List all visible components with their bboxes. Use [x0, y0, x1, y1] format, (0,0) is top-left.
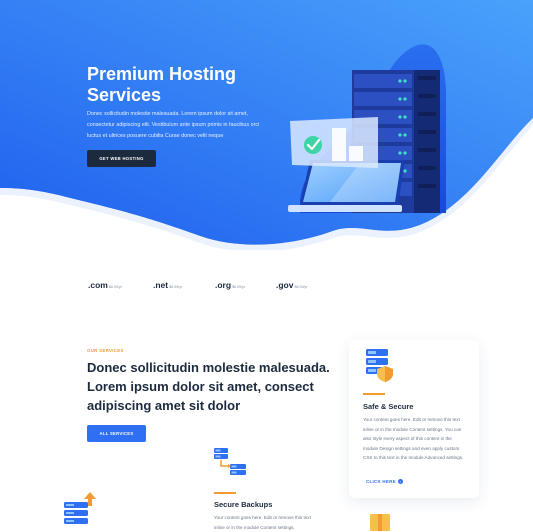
- arrow-right-icon: ›: [397, 479, 403, 485]
- domain-gov: .gov$8.99/yr: [276, 275, 307, 293]
- domain-tld: .net: [153, 280, 169, 290]
- domain-price: $8.99/yr: [294, 285, 308, 289]
- domain-com: .com$8.99/yr: [88, 275, 122, 293]
- click-here-link[interactable]: CLICK HERE ›: [366, 479, 403, 485]
- secure-backups-text: Your content goes here. Edit or remove t…: [214, 515, 311, 530]
- domain-price: $8.99/yr: [232, 285, 246, 289]
- secure-backups-title: Secure Backups: [214, 500, 273, 509]
- safe-secure-text: Your content goes here. Edit or remove t…: [363, 417, 464, 461]
- click-here-label: CLICK HERE: [366, 479, 396, 484]
- package-icon: [370, 514, 390, 531]
- domain-pricing-list: .com$8.99/yr .net$8.99/yr .org$8.99/yr .…: [88, 275, 348, 291]
- domain-tld: .gov: [276, 280, 294, 290]
- backup-divider: [214, 492, 236, 494]
- server-transfer-icon: [214, 448, 246, 475]
- server-upload-icon: [64, 492, 96, 524]
- server-shield-icon: [366, 349, 393, 382]
- domain-tld: .com: [88, 280, 108, 290]
- domain-tld: .org: [215, 280, 232, 290]
- all-services-button[interactable]: ALL SERVICES: [87, 425, 146, 442]
- domain-price: $8.99/yr: [169, 285, 183, 289]
- domain-price: $8.99/yr: [108, 285, 122, 289]
- server-rack-laptop-illustration: [288, 44, 446, 214]
- services-eyebrow: OUR SERVICES: [87, 348, 124, 353]
- domain-net: .net$8.99/yr: [153, 275, 182, 293]
- domain-org: .org$8.99/yr: [215, 275, 245, 293]
- card-divider: [363, 393, 385, 395]
- services-heading: Donec sollicitudin molestie malesuada. L…: [87, 360, 330, 413]
- safe-secure-title: Safe & Secure: [363, 402, 414, 411]
